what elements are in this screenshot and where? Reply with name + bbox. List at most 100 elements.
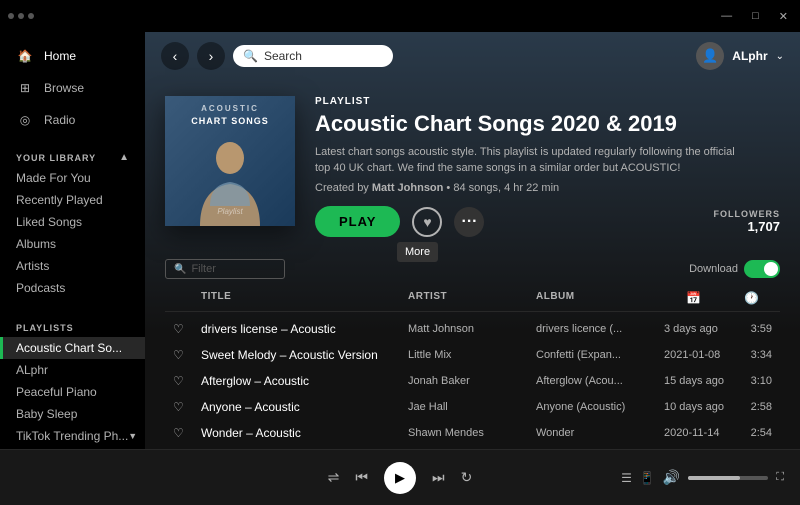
sidebar-radio-label: Radio — [44, 113, 75, 127]
more-tooltip: More — [397, 242, 438, 262]
track-duration: 3:10 — [732, 375, 772, 387]
filter-input[interactable] — [191, 263, 276, 275]
track-album: Anyone (Acoustic) — [536, 401, 656, 413]
sidebar-item-artists[interactable]: Artists — [0, 255, 145, 277]
table-row[interactable]: ♡ drivers license – Acoustic Matt Johnso… — [165, 316, 780, 342]
table-row[interactable]: ♡ Afterglow – Acoustic Jonah Baker After… — [165, 368, 780, 394]
title-col-header: TITLE — [201, 291, 400, 305]
maximize-button[interactable]: □ — [748, 8, 763, 25]
window-controls[interactable]: — □ ✕ — [717, 8, 792, 25]
more-button[interactable]: ··· — [454, 207, 484, 237]
track-duration: 3:34 — [732, 349, 772, 361]
sidebar-browse-label: Browse — [44, 81, 84, 95]
followers-count: 1,707 — [714, 219, 781, 234]
sidebar: 🏠 Home ⊞ Browse ◎ Radio YOUR LIBRARY ▲ M… — [0, 32, 145, 449]
shuffle-button[interactable]: ⇌ — [328, 469, 340, 486]
download-toggle[interactable] — [744, 260, 780, 278]
user-chevron-icon[interactable]: ⌄ — [776, 51, 784, 62]
sidebar-item-home[interactable]: 🏠 Home — [0, 40, 145, 72]
player-controls: ⇌ ⏮ ▶ ⏭ ↻ — [272, 462, 528, 494]
like-icon[interactable]: ♡ — [173, 322, 193, 336]
search-icon: 🔍 — [243, 49, 258, 63]
queue-icon[interactable]: ☰ — [621, 471, 632, 485]
heart-button[interactable]: ♥ — [412, 207, 442, 237]
sidebar-playlist-peaceful-piano[interactable]: Peaceful Piano — [0, 381, 145, 403]
filter-row: 🔍 Download — [145, 253, 800, 285]
sidebar-playlist-tiktok[interactable]: TikTok Trending Ph... ▼ — [0, 425, 145, 447]
track-duration: 2:54 — [732, 427, 772, 439]
like-icon[interactable]: ♡ — [173, 348, 193, 362]
playlist-actions: PLAY ♥ ··· More FOLLOWERS 1,707 — [315, 206, 780, 237]
table-row[interactable]: ♡ Wonder – Acoustic Shawn Mendes Wonder … — [165, 420, 780, 446]
table-row[interactable]: ♡ Sweet Melody – Acoustic Version Little… — [165, 342, 780, 368]
library-items: Made For You Recently Played Liked Songs… — [0, 167, 145, 299]
sidebar-item-liked-songs[interactable]: Liked Songs — [0, 211, 145, 233]
track-album: Confetti (Expan... — [536, 349, 656, 361]
minimize-button[interactable]: — — [717, 8, 736, 25]
track-list: TITLE ARTIST ALBUM 📅 🕐 ♡ drivers license… — [145, 285, 800, 449]
titlebar: — □ ✕ — [0, 0, 800, 32]
track-duration: 3:59 — [732, 323, 772, 335]
sidebar-playlist-acoustic-chart[interactable]: Acoustic Chart So... — [0, 337, 145, 359]
user-name[interactable]: ALphr — [732, 49, 767, 63]
track-title: Afterglow – Acoustic — [201, 374, 400, 388]
sidebar-item-albums[interactable]: Albums — [0, 233, 145, 255]
content-area: ‹ › 🔍 👤 ALphr ⌄ ACOUSTIC CHART SONGS — [145, 32, 800, 449]
sidebar-playlist-alphr[interactable]: ALphr — [0, 359, 145, 381]
search-input[interactable] — [264, 49, 383, 63]
track-artist: Shawn Mendes — [408, 427, 528, 439]
track-date: 2021-01-08 — [664, 349, 724, 361]
player-right: ☰ 📱 🔊 ⛶ — [528, 469, 784, 486]
sidebar-item-radio[interactable]: ◎ Radio — [0, 104, 145, 136]
playlist-creator: Matt Johnson — [372, 182, 444, 194]
sidebar-playlist-baby-sleep[interactable]: Baby Sleep — [0, 403, 145, 425]
like-icon[interactable]: ♡ — [173, 426, 193, 440]
close-button[interactable]: ✕ — [775, 8, 792, 25]
chevron-down-icon: ▼ — [128, 431, 137, 441]
volume-slider[interactable] — [688, 476, 768, 480]
home-icon: 🏠 — [16, 47, 34, 65]
search-bar: 🔍 — [233, 45, 393, 67]
prev-button[interactable]: ⏮ — [355, 469, 368, 486]
avatar[interactable]: 👤 — [696, 42, 724, 70]
track-list-header: TITLE ARTIST ALBUM 📅 🕐 — [165, 285, 780, 312]
play-button[interactable]: PLAY — [315, 206, 400, 237]
download-label: Download — [689, 263, 738, 275]
play-pause-button[interactable]: ▶ — [384, 462, 416, 494]
duration-col-header: 🕐 — [732, 291, 772, 305]
next-button[interactable]: ⏭ — [432, 469, 445, 486]
track-date: 10 days ago — [664, 401, 724, 413]
like-icon[interactable]: ♡ — [173, 374, 193, 388]
sidebar-item-made-for-you[interactable]: Made For You — [0, 167, 145, 189]
fullscreen-icon[interactable]: ⛶ — [776, 471, 784, 484]
sidebar-item-podcasts[interactable]: Podcasts — [0, 277, 145, 299]
dot-3 — [28, 13, 34, 19]
repeat-button[interactable]: ↻ — [461, 469, 473, 486]
volume-icon[interactable]: 🔊 — [663, 469, 680, 486]
devices-icon[interactable]: 📱 — [640, 471, 655, 485]
playlist-meta: Created by Matt Johnson • 84 songs, 4 hr… — [315, 182, 780, 194]
main-layout: 🏠 Home ⊞ Browse ◎ Radio YOUR LIBRARY ▲ M… — [0, 32, 800, 449]
dot-2 — [18, 13, 24, 19]
library-section-title: YOUR LIBRARY — [16, 153, 96, 163]
sidebar-item-recently-played[interactable]: Recently Played — [0, 189, 145, 211]
library-collapse-btn[interactable]: ▲ — [119, 152, 129, 163]
sidebar-home-label: Home — [44, 49, 76, 63]
library-section-header: YOUR LIBRARY ▲ — [0, 144, 145, 167]
track-artist: Jae Hall — [408, 401, 528, 413]
sidebar-nav: 🏠 Home ⊞ Browse ◎ Radio — [0, 32, 145, 144]
back-button[interactable]: ‹ — [161, 42, 189, 70]
track-artist: Jonah Baker — [408, 375, 528, 387]
track-album: Wonder — [536, 427, 656, 439]
table-row[interactable]: ♡ Anyone – Acoustic Jae Hall Anyone (Aco… — [165, 394, 780, 420]
playlist-header: ACOUSTIC CHART SONGS Playlist PLAYLIST A… — [145, 80, 800, 253]
sidebar-item-browse[interactable]: ⊞ Browse — [0, 72, 145, 104]
playlist-cover: ACOUSTIC CHART SONGS Playlist — [165, 96, 295, 226]
radio-icon: ◎ — [16, 111, 34, 129]
track-duration: 2:58 — [732, 401, 772, 413]
track-album: drivers licence (... — [536, 323, 656, 335]
forward-button[interactable]: › — [197, 42, 225, 70]
player-bar: ⇌ ⏮ ▶ ⏭ ↻ ☰ 📱 🔊 ⛶ — [0, 449, 800, 505]
playlist-title: Acoustic Chart Songs 2020 & 2019 — [315, 111, 780, 137]
like-icon[interactable]: ♡ — [173, 400, 193, 414]
